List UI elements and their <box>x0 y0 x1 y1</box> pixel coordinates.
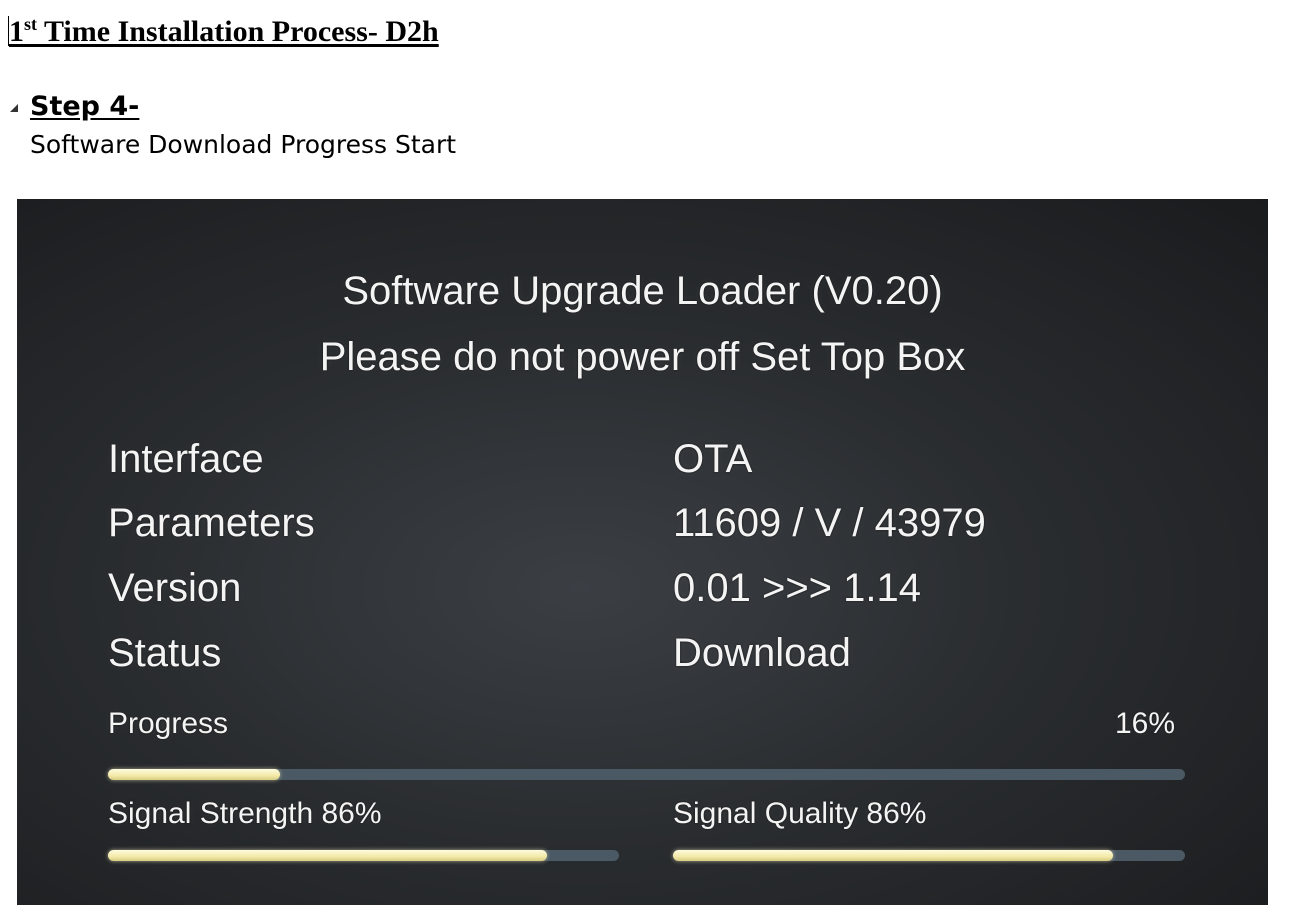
signal-strength-bar <box>108 850 619 861</box>
step-description: Software Download Progress Start <box>30 130 457 159</box>
step-heading: Step 4- <box>30 90 140 122</box>
progress-bar <box>108 769 1185 780</box>
version-label: Version <box>108 566 242 610</box>
title-rest: Time Installation Process- D2h <box>37 15 439 48</box>
power-warning: Please do not power off Set Top Box <box>319 335 966 379</box>
signal-quality-bar <box>673 850 1185 861</box>
status-label: Status <box>108 631 222 675</box>
parameters-label: Parameters <box>108 501 315 545</box>
collapse-triangle-icon[interactable] <box>10 104 18 112</box>
status-value: Download <box>673 631 851 675</box>
title-superscript: st <box>24 14 37 34</box>
signal-strength-bar-fill <box>108 850 548 861</box>
title-prefix: 1 <box>9 15 24 48</box>
interface-label: Interface <box>108 437 264 481</box>
parameters-value: 11609 / V / 43979 <box>673 501 986 545</box>
progress-label: Progress <box>108 707 229 740</box>
step-heading-row: Step 4- <box>10 88 139 124</box>
signal-strength-label: Signal Strength 86% <box>108 797 382 830</box>
progress-bar-fill <box>108 769 281 780</box>
version-value: 0.01 >>> 1.14 <box>673 566 922 610</box>
signal-quality-label: Signal Quality 86% <box>673 797 927 830</box>
stb-screen-photo: Software Upgrade Loader (V0.20) Please d… <box>17 199 1268 905</box>
loader-heading: Software Upgrade Loader (V0.20) <box>342 269 943 313</box>
document-title: 1st Time Installation Process- D2h <box>9 14 439 50</box>
signal-quality-bar-fill <box>673 850 1114 861</box>
interface-value: OTA <box>673 437 753 481</box>
progress-percent: 16% <box>1114 707 1175 740</box>
